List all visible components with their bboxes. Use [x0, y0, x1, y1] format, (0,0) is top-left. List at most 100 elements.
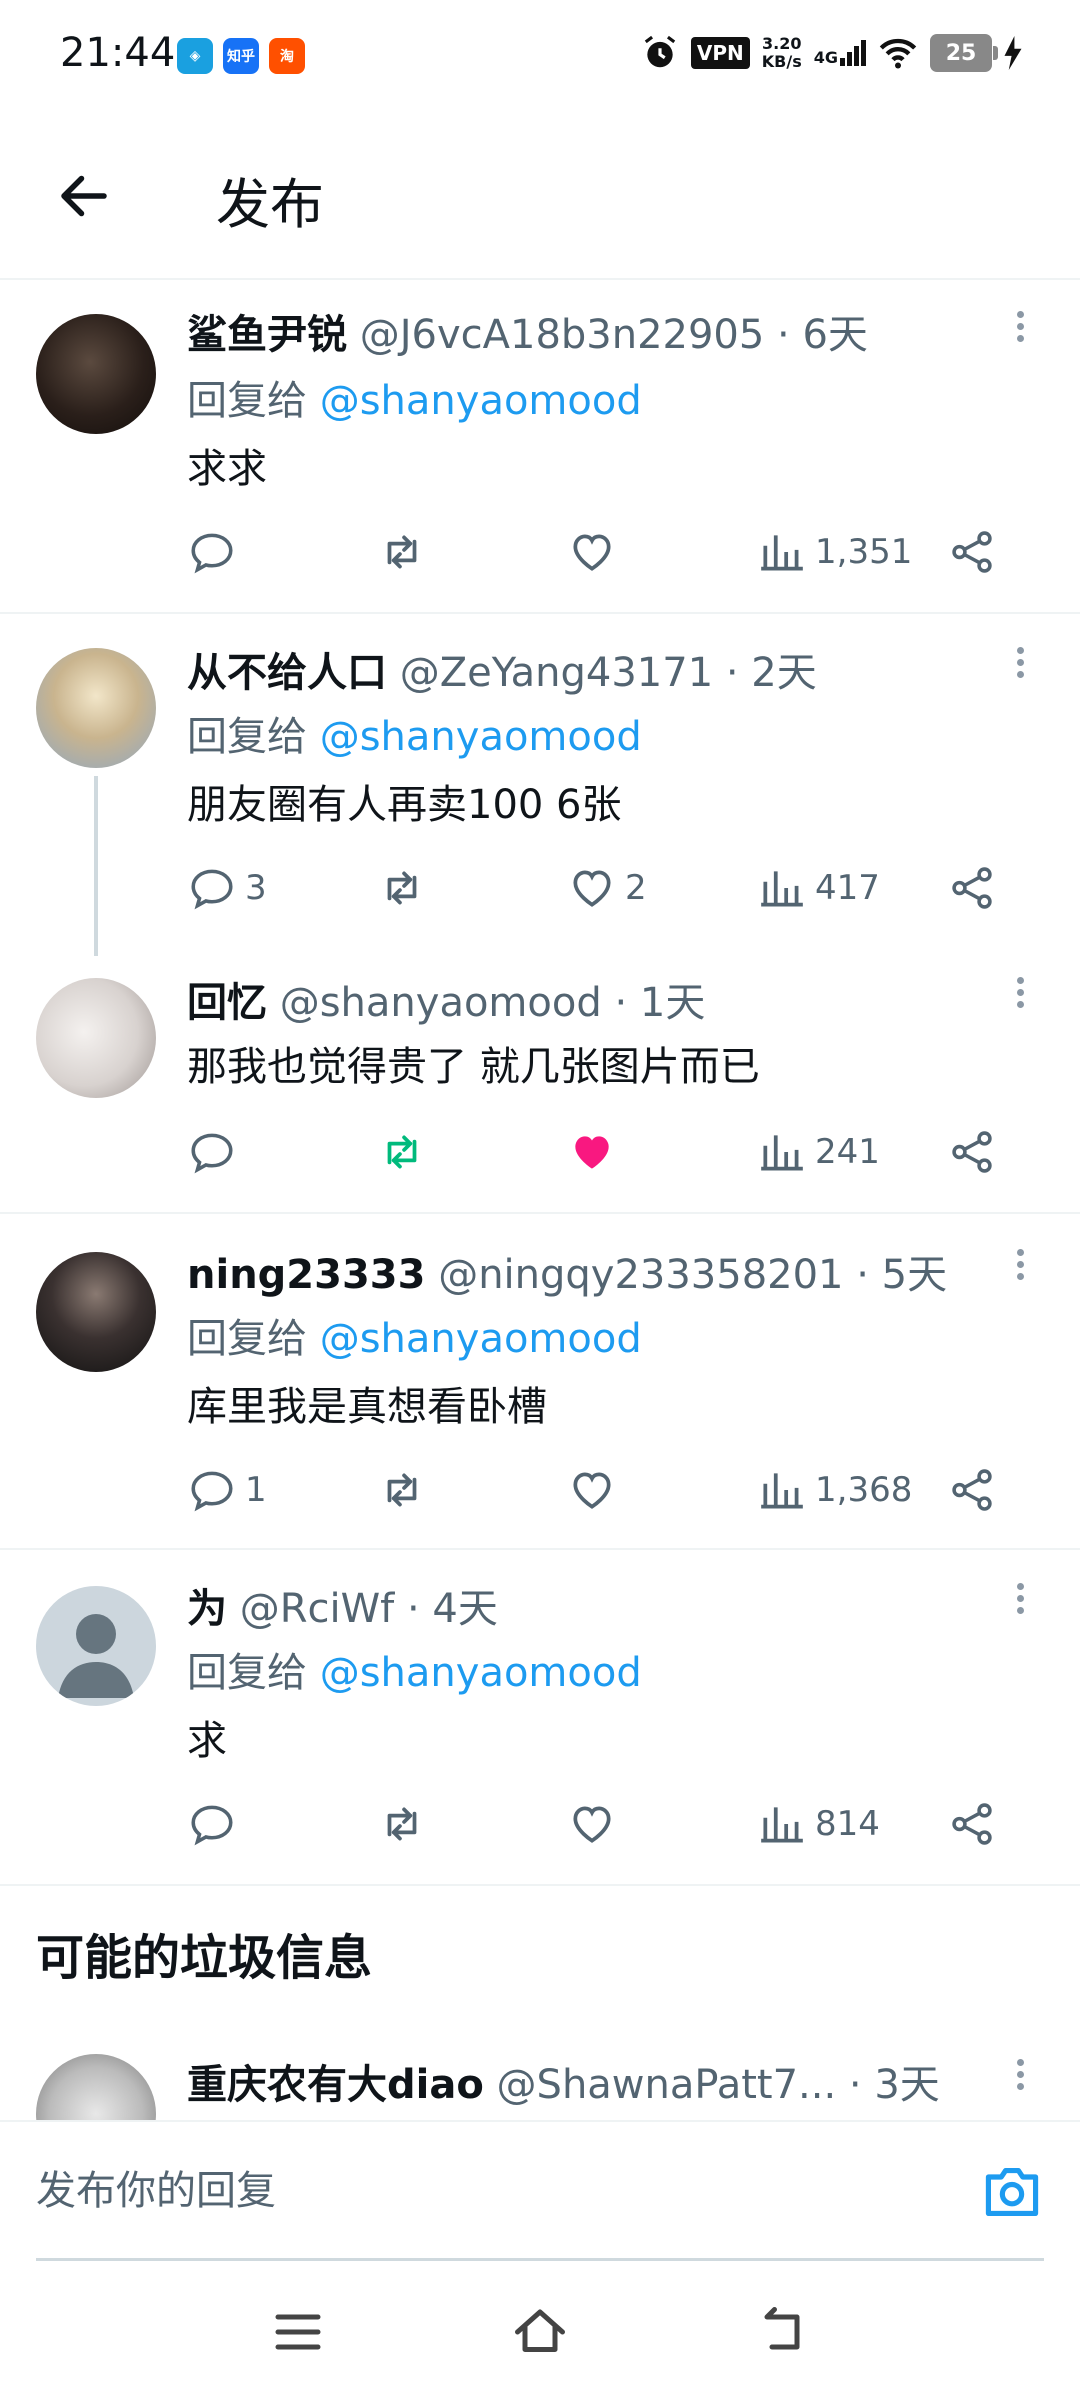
- reply-mention-link[interactable]: @shanyaomood: [320, 1650, 642, 1696]
- retweet-icon: [377, 1465, 427, 1515]
- more-options-icon[interactable]: [1010, 1244, 1030, 1294]
- tweet-header: 为 @RciWf · 4天: [187, 1576, 990, 1634]
- views-icon: [757, 527, 807, 577]
- retweet-button[interactable]: [377, 1460, 427, 1520]
- battery-indicator: 25: [930, 34, 998, 72]
- avatar[interactable]: [36, 2054, 156, 2120]
- views-button[interactable]: 1,368: [757, 1460, 912, 1520]
- signal-bars-icon: [840, 40, 866, 66]
- home-icon[interactable]: [510, 2302, 570, 2362]
- author-name[interactable]: 回忆: [187, 980, 267, 1026]
- taobao-app-icon: 淘: [269, 38, 305, 74]
- views-button[interactable]: 417: [757, 858, 880, 918]
- heart-filled-icon: [567, 1127, 617, 1177]
- tweet-item[interactable]: 为 @RciWf · 4天 回复给 @shanyaomood 求 814: [0, 1552, 1080, 1886]
- author-name[interactable]: ning23333: [187, 1252, 425, 1298]
- back-nav-icon[interactable]: [752, 2302, 812, 2362]
- author-name[interactable]: 鲨鱼尹锐: [187, 312, 347, 358]
- reply-mention-link[interactable]: @shanyaomood: [320, 378, 642, 424]
- tweet-actions: 241: [187, 1122, 1027, 1182]
- page-title: 发布: [216, 173, 324, 236]
- view-count: 1,368: [815, 1470, 913, 1510]
- status-time: 21:44: [60, 30, 176, 76]
- reply-input[interactable]: 发布你的回复: [36, 2158, 276, 2216]
- reply-to-line: 回复给 @shanyaomood: [187, 1306, 642, 1364]
- more-options-icon[interactable]: [1010, 642, 1030, 692]
- share-button[interactable]: [947, 858, 997, 918]
- author-handle: @RciWf · 4天: [239, 1586, 498, 1632]
- reply-button[interactable]: 3: [187, 858, 267, 918]
- default-avatar[interactable]: [36, 1586, 156, 1706]
- author-name[interactable]: 为: [187, 1586, 227, 1632]
- tweet-item[interactable]: 回忆 @shanyaomood · 1天 那我也觉得贵了 就几张图片而已 241: [0, 946, 1080, 1214]
- views-button[interactable]: 1,351: [757, 522, 912, 582]
- share-icon: [947, 1799, 997, 1849]
- like-button[interactable]: [567, 1122, 625, 1182]
- views-icon: [757, 863, 807, 913]
- more-options-icon[interactable]: [1010, 2054, 1030, 2104]
- author-name[interactable]: 从不给人口: [187, 650, 387, 696]
- retweet-button[interactable]: [377, 1122, 427, 1182]
- more-options-icon[interactable]: [1010, 1578, 1030, 1628]
- like-button[interactable]: 2: [567, 858, 647, 918]
- retweet-button[interactable]: [377, 1794, 427, 1854]
- avatar[interactable]: [36, 1252, 156, 1372]
- share-icon: [947, 1465, 997, 1515]
- more-options-icon[interactable]: [1010, 972, 1030, 1022]
- page-header: 发布: [0, 110, 1080, 280]
- menu-icon[interactable]: [268, 2302, 328, 2362]
- composer-underline: [36, 2258, 1044, 2261]
- retweet-button[interactable]: [377, 858, 427, 918]
- tweet-text: 求: [187, 1718, 227, 1764]
- share-button[interactable]: [947, 1122, 997, 1182]
- views-button[interactable]: 814: [757, 1794, 880, 1854]
- views-icon: [757, 1799, 807, 1849]
- spam-section-title: 可能的垃圾信息: [36, 1930, 373, 1986]
- author-handle: @J6vcA18b3n22905 · 6天: [359, 312, 868, 358]
- more-options-icon[interactable]: [1010, 306, 1030, 356]
- like-button[interactable]: [567, 1460, 625, 1520]
- tweet-item[interactable]: 从不给人口 @ZeYang43171 · 2天 回复给 @shanyaomood…: [0, 616, 1080, 956]
- camera-icon[interactable]: [982, 2164, 1042, 2220]
- tweet-item[interactable]: ning23333 @ningqy233358201 · 5天 回复给 @sha…: [0, 1216, 1080, 1550]
- reply-button[interactable]: [187, 522, 245, 582]
- speed-value: 3.20: [762, 34, 802, 53]
- views-button[interactable]: 241: [757, 1122, 880, 1182]
- reply-mention-link[interactable]: @shanyaomood: [320, 714, 642, 760]
- network-speed: 3.20 KB/s: [762, 35, 802, 71]
- cellular-signal: 4G: [814, 40, 866, 66]
- reply-button[interactable]: 1: [187, 1460, 267, 1520]
- tweet-text: 库里我是真想看卧槽: [187, 1384, 547, 1430]
- reply-button[interactable]: [187, 1122, 245, 1182]
- reply-button[interactable]: [187, 1794, 245, 1854]
- tweet-header: 鲨鱼尹锐 @J6vcA18b3n22905 · 6天: [187, 302, 990, 360]
- reply-count: 3: [245, 868, 267, 908]
- charging-icon: [1004, 36, 1022, 70]
- reply-icon: [187, 1799, 237, 1849]
- avatar[interactable]: [36, 978, 156, 1098]
- reply-mention-link[interactable]: @shanyaomood: [320, 1316, 642, 1362]
- share-button[interactable]: [947, 522, 997, 582]
- tweet-header: ning23333 @ningqy233358201 · 5天: [187, 1242, 990, 1300]
- like-button[interactable]: [567, 1794, 625, 1854]
- reply-prefix: 回复给: [187, 378, 307, 424]
- view-count: 814: [815, 1804, 880, 1844]
- share-icon: [947, 863, 997, 913]
- tweet-item[interactable]: 鲨鱼尹锐 @J6vcA18b3n22905 · 6天 回复给 @shanyaom…: [0, 282, 1080, 614]
- heart-icon: [567, 1465, 617, 1515]
- retweet-icon: [377, 1799, 427, 1849]
- tweet-actions: 3 2 417: [187, 858, 1027, 918]
- retweet-button[interactable]: [377, 522, 427, 582]
- avatar[interactable]: [36, 314, 156, 434]
- tweet-text: 求求: [187, 446, 267, 492]
- share-button[interactable]: [947, 1460, 997, 1520]
- author-name[interactable]: 重庆农有大diao: [187, 2062, 484, 2108]
- retweet-icon: [377, 1127, 427, 1177]
- share-button[interactable]: [947, 1794, 997, 1854]
- avatar[interactable]: [36, 648, 156, 768]
- vpn-indicator: VPN: [690, 37, 750, 69]
- spam-tweet-item[interactable]: 重庆农有大diao @ShawnaPatt7... · 3天: [0, 2030, 1080, 2120]
- like-button[interactable]: [567, 522, 625, 582]
- back-arrow-icon[interactable]: [54, 166, 114, 226]
- default-profile-icon: [58, 1614, 134, 1698]
